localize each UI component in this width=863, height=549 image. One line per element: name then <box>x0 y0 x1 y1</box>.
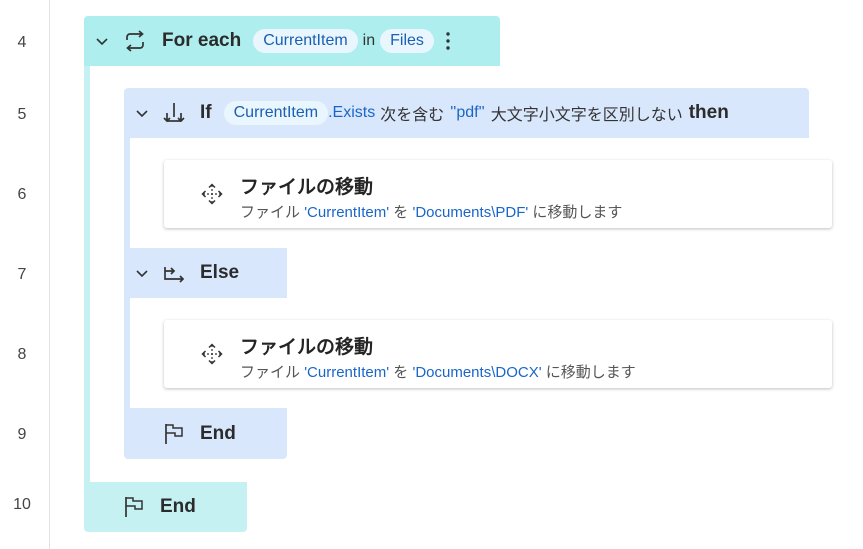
for-each-keyword: For each <box>162 30 242 51</box>
action-description: ファイル 'CurrentItem' を 'Documents\PDF' に移動… <box>240 201 622 222</box>
else-action[interactable]: Else <box>124 248 287 298</box>
loop-end-action[interactable]: End <box>84 482 247 532</box>
move-file-action-1[interactable]: ファイルの移動 ファイル 'CurrentItem' を 'Documents\… <box>164 160 832 228</box>
else-keyword: Else <box>200 262 240 283</box>
loop-variable-chip[interactable]: CurrentItem <box>253 29 358 53</box>
description-text: に移動します <box>532 204 623 221</box>
file-variable: 'CurrentItem' <box>304 364 390 381</box>
more-vertical-icon[interactable] <box>444 30 452 52</box>
line-number: 6 <box>17 186 27 203</box>
end-keyword: End <box>160 496 196 517</box>
destination-folder: 'Documents\DOCX' <box>412 364 542 381</box>
flag-icon <box>162 422 186 446</box>
line-number: 10 <box>13 496 31 513</box>
loop-icon <box>122 29 148 53</box>
if-keyword: If <box>200 102 212 123</box>
line-number: 8 <box>17 346 27 363</box>
move-icon <box>200 182 224 206</box>
action-title: ファイルの移動 <box>240 337 374 358</box>
line-number: 9 <box>17 426 27 443</box>
flag-icon <box>122 495 146 519</box>
line-number: 4 <box>17 34 27 51</box>
if-variable-chip[interactable]: CurrentItem <box>223 101 329 125</box>
compare-value: ''pdf'' <box>450 104 485 121</box>
in-keyword: in <box>362 32 376 49</box>
then-keyword: then <box>688 102 729 123</box>
action-description: ファイル 'CurrentItem' を 'Documents\DOCX' に移… <box>240 361 636 382</box>
for-each-action[interactable]: For each CurrentItem in Files <box>84 16 500 66</box>
move-icon <box>200 342 224 366</box>
destination-folder: 'Documents\PDF' <box>412 204 529 221</box>
case-text: 大文字小文字を区別しない <box>490 107 683 124</box>
file-variable: 'CurrentItem' <box>304 204 390 221</box>
if-end-action[interactable]: End <box>124 408 287 459</box>
branch-icon <box>162 101 186 125</box>
operator-text: 次を含む <box>380 107 445 124</box>
chevron-down-icon[interactable] <box>94 33 110 49</box>
line-number-gutter: 4 5 6 7 8 9 10 <box>0 0 50 549</box>
chevron-down-icon[interactable] <box>134 105 150 121</box>
description-text: に移動します <box>545 364 636 381</box>
end-keyword: End <box>200 422 236 444</box>
action-title: ファイルの移動 <box>240 177 374 198</box>
description-text: を <box>393 204 409 221</box>
description-text: を <box>393 364 409 381</box>
chevron-down-icon[interactable] <box>134 265 150 281</box>
line-number: 5 <box>17 106 27 123</box>
description-text: ファイル <box>240 364 301 381</box>
if-action[interactable]: If CurrentItem .Exists 次を含む ''pdf'' 大文字小… <box>124 88 809 138</box>
move-file-action-2[interactable]: ファイルの移動 ファイル 'CurrentItem' を 'Documents\… <box>164 320 832 388</box>
description-text: ファイル <box>240 204 301 221</box>
collection-chip[interactable]: Files <box>380 29 434 53</box>
else-rail <box>124 298 130 408</box>
property-text: .Exists <box>328 104 376 121</box>
line-number: 7 <box>17 266 27 283</box>
if-rail <box>124 138 130 248</box>
else-branch-icon <box>162 261 186 285</box>
loop-rail <box>84 66 90 482</box>
